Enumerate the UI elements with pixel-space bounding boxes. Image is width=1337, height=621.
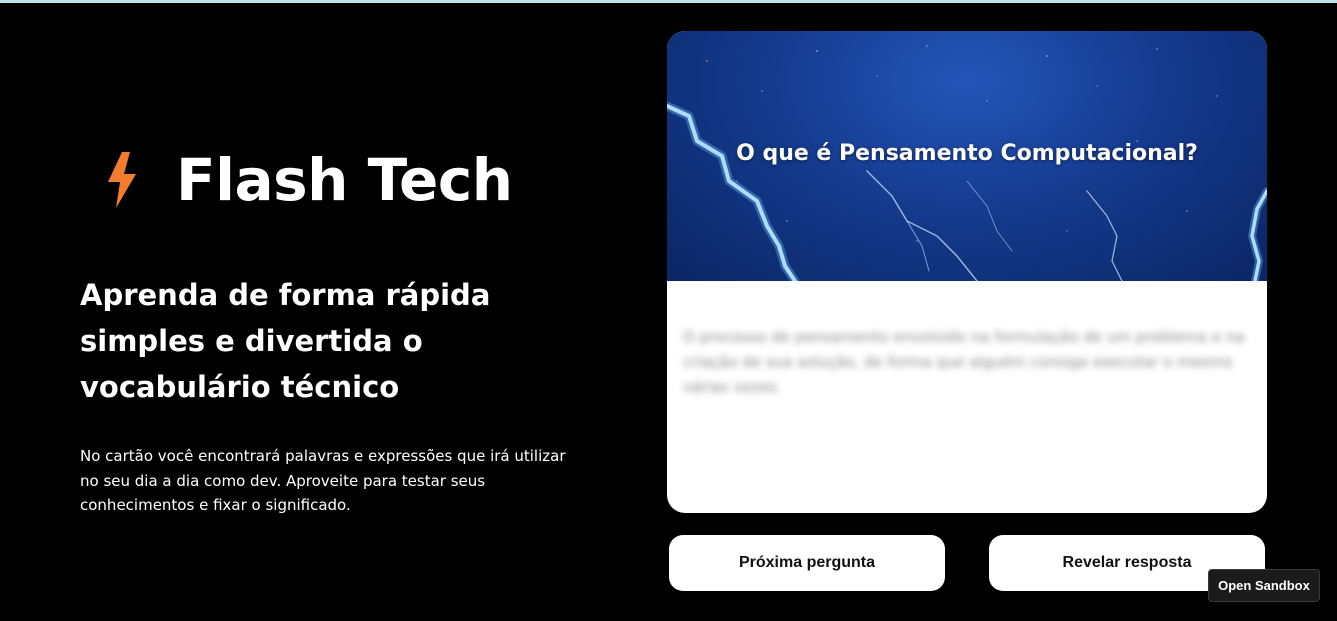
card-question-area: O que é Pensamento Computacional? bbox=[667, 31, 1267, 281]
lightning-bolt-icon bbox=[108, 152, 136, 208]
next-question-button[interactable]: Próxima pergunta bbox=[669, 535, 945, 591]
open-sandbox-button[interactable]: Open Sandbox bbox=[1208, 569, 1320, 602]
description: No cartão você encontrará palavras e exp… bbox=[80, 447, 566, 514]
top-border bbox=[0, 0, 1337, 3]
card-answer-blurred: O processo de pensamento envolvido na fo… bbox=[683, 328, 1245, 396]
flashcard[interactable]: O que é Pensamento Computacional? O proc… bbox=[667, 31, 1267, 513]
brand-name: Flash Tech bbox=[176, 146, 513, 214]
headline: Aprenda de forma rápida simples e divert… bbox=[80, 278, 491, 404]
brand: Flash Tech bbox=[102, 140, 600, 220]
intro-section: Flash Tech Aprenda de forma rápida simpl… bbox=[80, 140, 600, 518]
card-question: O que é Pensamento Computacional? bbox=[736, 141, 1198, 166]
